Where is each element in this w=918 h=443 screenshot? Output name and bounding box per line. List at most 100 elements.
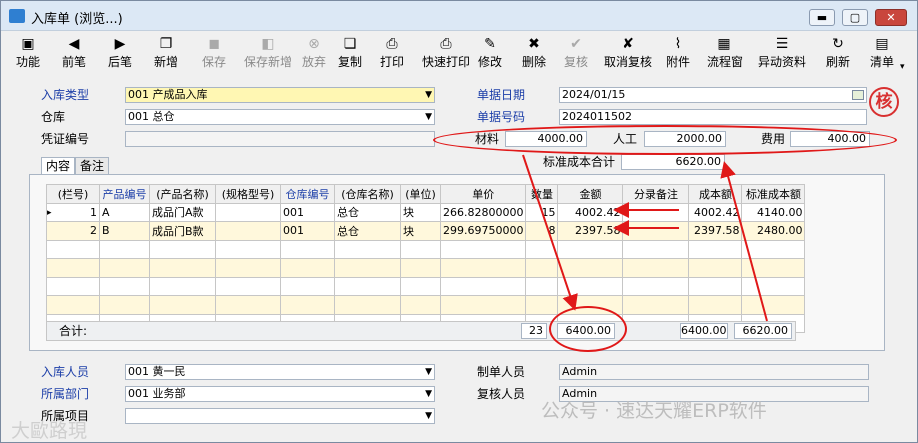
grid-cell[interactable] — [149, 239, 216, 259]
toolbar-button-5[interactable]: ◼ 保存 — [197, 34, 231, 74]
chevron-down-icon[interactable]: ▼ — [425, 365, 432, 379]
grid-column-header[interactable]: 成本额 — [688, 184, 743, 204]
grid-column-header[interactable]: 数量 — [525, 184, 559, 204]
grid-cell[interactable] — [280, 276, 335, 296]
grid-cell[interactable] — [525, 295, 559, 315]
grid-cell[interactable]: 4002.42 — [688, 202, 743, 222]
grid-cell[interactable] — [46, 276, 100, 296]
toolbar-button-19[interactable]: ▤ 清单 — [865, 34, 899, 74]
grid-cell[interactable] — [688, 276, 743, 296]
voucher-field[interactable] — [125, 131, 435, 147]
grid-cell[interactable] — [741, 239, 806, 259]
grid-cell[interactable] — [334, 276, 401, 296]
grid-cell[interactable] — [741, 258, 806, 278]
grid-cell[interactable] — [215, 258, 281, 278]
grid-column-header[interactable]: (单位) — [400, 184, 441, 204]
toolbar-button-16[interactable]: ▦ 流程窗 — [707, 34, 743, 74]
stock-type-select[interactable]: 001 产成品入库 ▼ — [125, 87, 435, 103]
grid-cell[interactable]: 299.69750000 — [439, 221, 527, 241]
grid-cell[interactable]: 块 — [400, 202, 441, 222]
grid-cell[interactable]: 成品门A款 — [149, 202, 216, 222]
toolbar-button-7[interactable]: ⊗ 放弃 — [297, 34, 331, 74]
dept-select[interactable]: 001 业务部 ▼ — [125, 386, 435, 402]
maker-field[interactable]: Admin — [559, 364, 869, 380]
toolbar-button-12[interactable]: ✖ 删除 — [517, 34, 551, 74]
grid-cell[interactable]: 1 — [46, 202, 100, 222]
toolbar-button-1[interactable]: ▣ 功能 — [11, 34, 45, 74]
grid-cell[interactable] — [400, 295, 441, 315]
grid-cell[interactable] — [557, 239, 624, 259]
grid-cell[interactable] — [99, 239, 150, 259]
grid-cell[interactable] — [149, 276, 216, 296]
chevron-down-icon[interactable]: ▼ — [425, 409, 432, 423]
table-row[interactable]: 2 B 成品门B款 001 总仓块 299.69750000 8 2397.58 2397.58… — [46, 221, 806, 241]
grid-cell[interactable] — [46, 258, 100, 278]
grid-cell[interactable]: 001 — [280, 202, 335, 222]
toolbar-button-14[interactable]: ✘ 取消复核 — [601, 34, 655, 74]
grid-cell[interactable] — [334, 239, 401, 259]
grid-cell[interactable]: 块 — [400, 221, 441, 241]
grid-cell[interactable] — [622, 276, 690, 296]
grid-column-header[interactable]: (仓库名称) — [334, 184, 401, 204]
grid-cell[interactable]: 2397.58 — [557, 221, 624, 241]
grid-cell[interactable]: A — [99, 202, 150, 222]
grid-cell[interactable] — [741, 276, 806, 296]
grid-cell[interactable] — [46, 239, 100, 259]
toolbar-button-3[interactable]: ▶ 后笔 — [103, 34, 137, 74]
chevron-down-icon[interactable]: ▼ — [425, 110, 432, 124]
toolbar-button-11[interactable]: ✎ 修改 — [473, 34, 507, 74]
grid-cell[interactable]: 总仓 — [334, 221, 401, 241]
grid-cell[interactable] — [525, 276, 559, 296]
grid-cell[interactable] — [149, 258, 216, 278]
grid-cell[interactable] — [334, 258, 401, 278]
minimize-button[interactable]: ▬ — [809, 9, 835, 26]
grid-column-header[interactable]: 标准成本额 — [741, 184, 806, 204]
close-button[interactable]: ✕ — [875, 9, 907, 26]
toolbar-button-4[interactable]: ❐ 新增 — [149, 34, 183, 74]
grid-cell[interactable] — [215, 202, 281, 222]
grid-cell[interactable]: 4140.00 — [741, 202, 806, 222]
toolbar-button-17[interactable]: ☰ 异动资料 — [755, 34, 809, 74]
grid-cell[interactable] — [439, 295, 527, 315]
grid-cell[interactable]: 001 — [280, 221, 335, 241]
grid-column-header[interactable]: 分录备注 — [622, 184, 690, 204]
grid-cell[interactable] — [400, 258, 441, 278]
maximize-button[interactable]: ▢ — [842, 9, 868, 26]
grid-cell[interactable] — [334, 295, 401, 315]
project-select[interactable]: ▼ — [125, 408, 435, 424]
chevron-down-icon[interactable]: ▼ — [425, 387, 432, 401]
grid-column-header[interactable]: 金额 — [557, 184, 624, 204]
grid-cell[interactable] — [46, 295, 100, 315]
grid-cell[interactable] — [688, 239, 743, 259]
grid-cell[interactable]: 8 — [525, 221, 559, 241]
grid-cell[interactable]: 2397.58 — [688, 221, 743, 241]
grid-cell[interactable] — [215, 276, 281, 296]
grid-cell[interactable] — [688, 295, 743, 315]
doc-no-field[interactable]: 2024011502 — [559, 109, 867, 125]
grid-cell[interactable]: 2480.00 — [741, 221, 806, 241]
grid-cell[interactable] — [215, 239, 281, 259]
grid-cell[interactable] — [525, 239, 559, 259]
grid-cell[interactable] — [400, 276, 441, 296]
grid-column-header[interactable]: 单价 — [439, 184, 527, 204]
grid-cell[interactable] — [557, 258, 624, 278]
table-row[interactable] — [46, 276, 806, 296]
grid-cell[interactable]: 总仓 — [334, 202, 401, 222]
tab-remarks[interactable]: 备注 — [75, 157, 110, 175]
grid-cell[interactable] — [439, 258, 527, 278]
grid-cell[interactable]: 成品门B款 — [149, 221, 216, 241]
toolbar-button-18[interactable]: ↻ 刷新 — [821, 34, 855, 74]
grid-cell[interactable] — [280, 239, 335, 259]
grid-cell[interactable] — [525, 258, 559, 278]
toolbar-button-2[interactable]: ◀ 前笔 — [57, 34, 91, 74]
table-row[interactable] — [46, 239, 806, 259]
toolbar-button-6[interactable]: ◧ 保存新增 — [241, 34, 295, 74]
grid-cell[interactable] — [622, 239, 690, 259]
grid-cell[interactable] — [622, 202, 690, 222]
table-row[interactable] — [46, 258, 806, 278]
calendar-icon[interactable] — [852, 90, 864, 100]
grid-cell[interactable] — [622, 221, 690, 241]
toolbar-overflow-icon[interactable]: ▾ — [900, 59, 905, 75]
grid-cell[interactable] — [622, 295, 690, 315]
toolbar-button-15[interactable]: ⌇ 附件 — [661, 34, 695, 74]
